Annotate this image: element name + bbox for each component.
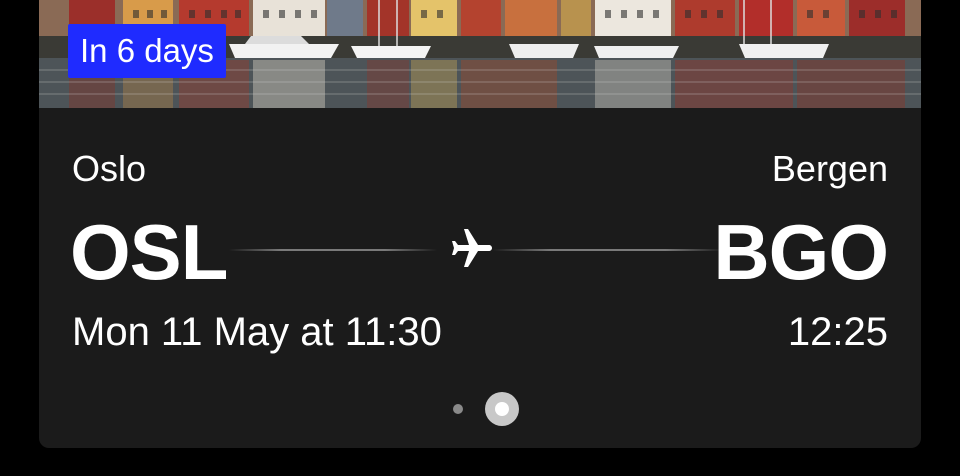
route-line-right: [493, 249, 723, 251]
days-until-departure-badge: In 6 days: [68, 24, 226, 78]
page-indicator-2-active[interactable]: [485, 392, 519, 426]
destination-city: Bergen: [771, 148, 888, 189]
departure-datetime: Mon 11 May at 11:30: [72, 310, 442, 354]
origin-airport-code: OSL: [70, 208, 228, 296]
page-indicator-1[interactable]: [453, 404, 463, 414]
route-line-left: [229, 249, 437, 251]
carousel-pagination: [39, 390, 921, 430]
destination-airport-code: BGO: [713, 208, 889, 296]
airplane-icon: [448, 225, 496, 273]
trip-card[interactable]: In 6 days Oslo Bergen OSL BGO Mon 11 May…: [39, 0, 921, 448]
arrival-time: 12:25: [787, 310, 888, 354]
origin-city: Oslo: [72, 148, 147, 189]
destination-photo: In 6 days: [39, 0, 921, 108]
